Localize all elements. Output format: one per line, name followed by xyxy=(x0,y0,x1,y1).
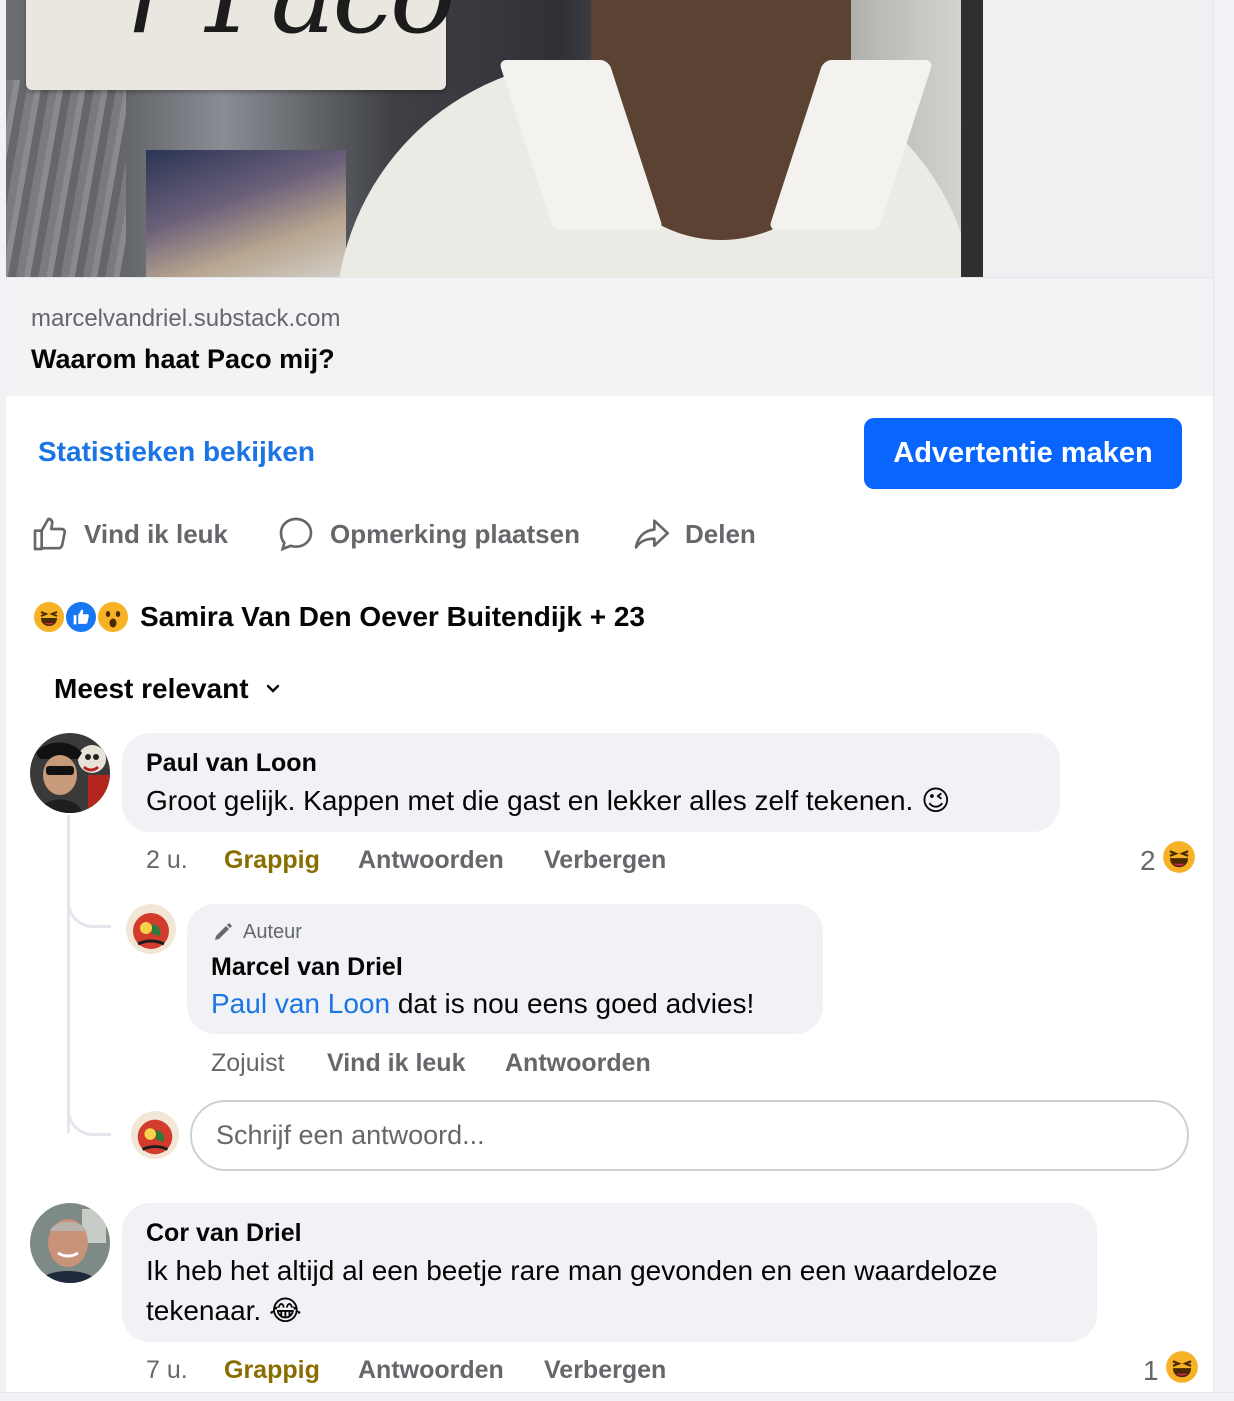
comment-reaction-count[interactable]: 1 xyxy=(1143,1350,1199,1391)
photo-wall xyxy=(983,0,1213,277)
comment-bubble: Paul van Loon Groot gelijk. Kappen met d… xyxy=(122,733,1060,832)
reply-input[interactable]: Schrijf een antwoord... xyxy=(190,1100,1189,1171)
create-ad-button[interactable]: Advertentie maken xyxy=(864,418,1182,489)
comment-label: Opmerking plaatsen xyxy=(330,518,580,549)
thumbs-up-icon xyxy=(33,517,67,551)
haha-reaction-icon xyxy=(1162,840,1196,881)
comment-sort-dropdown[interactable]: Meest relevant xyxy=(54,673,283,705)
comment-author[interactable]: Cor van Driel xyxy=(146,1219,302,1248)
funny-reaction-button[interactable]: Grappig xyxy=(224,1356,320,1385)
mention-link[interactable]: Paul van Loon xyxy=(211,988,390,1019)
comment-button[interactable]: Opmerking plaatsen xyxy=(276,512,580,556)
comment-reaction-count[interactable]: 2 xyxy=(1140,840,1196,881)
post-photo[interactable]: r Paco xyxy=(6,0,1213,277)
comment-text: Ik heb het altijd al een beetje rare man… xyxy=(146,1255,998,1326)
photo-background-poster xyxy=(146,150,346,277)
photo-background-stripes xyxy=(6,80,126,277)
chevron-down-icon xyxy=(266,684,279,693)
share-label: Delen xyxy=(685,518,756,549)
frame-bottom-edge xyxy=(0,1392,1234,1401)
haha-reaction-icon xyxy=(32,600,66,634)
reaction-count-number: 2 xyxy=(1140,844,1156,876)
reactions-summary-text: Samira Van Den Oever Buitendijk + 23 xyxy=(140,601,645,632)
hide-button[interactable]: Verbergen xyxy=(544,846,666,875)
frame-right-edge xyxy=(1213,0,1234,1401)
haha-reaction-icon xyxy=(1165,1350,1199,1391)
reply-input-placeholder: Schrijf een antwoord... xyxy=(216,1120,485,1150)
comment-text: Groot gelijk. Kappen met die gast en lek… xyxy=(146,785,951,816)
author-badge: Auteur xyxy=(211,920,302,944)
reactions-summary[interactable]: Samira Van Den Oever Buitendijk + 23 xyxy=(32,597,645,637)
avatar-marcel-van-driel[interactable] xyxy=(126,904,176,954)
comment-author[interactable]: Paul van Loon xyxy=(146,749,317,778)
photo-frame-edge xyxy=(961,0,983,277)
pencil-icon xyxy=(215,923,232,940)
author-badge-label: Auteur xyxy=(243,920,302,943)
comment-time[interactable]: 2 u. xyxy=(146,846,188,875)
avatar-paul-van-loon[interactable] xyxy=(30,733,110,813)
comment-bubble: Cor van Driel Ik heb het altijd al een b… xyxy=(122,1203,1097,1342)
reply-text-body: dat is nou eens goed advies! xyxy=(390,988,755,1019)
funny-reaction-button[interactable]: Grappig xyxy=(224,846,320,875)
reply-time[interactable]: Zojuist xyxy=(211,1049,285,1078)
reply-thread-connector xyxy=(67,880,111,928)
reply-input-connector xyxy=(67,1088,111,1136)
wow-reaction-icon xyxy=(96,600,130,634)
like-reaction-icon xyxy=(64,600,98,634)
reply-author[interactable]: Marcel van Driel xyxy=(211,953,403,982)
reply-reply-button[interactable]: Antwoorden xyxy=(505,1049,651,1078)
comment-time[interactable]: 7 u. xyxy=(146,1356,188,1385)
comment-sort-label: Meest relevant xyxy=(54,673,249,704)
share-button[interactable]: Delen xyxy=(631,512,756,556)
current-user-avatar xyxy=(131,1111,179,1159)
link-domain: marcelvandriel.substack.com xyxy=(31,305,341,332)
share-arrow-icon xyxy=(634,519,669,549)
like-button[interactable]: Vind ik leuk xyxy=(30,512,228,556)
comment-bubble-icon xyxy=(279,517,313,552)
link-title: Waarom haat Paco mij? xyxy=(31,344,335,374)
avatar-cor-van-driel[interactable] xyxy=(30,1203,110,1283)
reply-text: Paul van Loon dat is nou eens goed advie… xyxy=(211,984,754,1024)
photo-sign-handwriting: r Paco xyxy=(126,0,456,58)
reply-like-button[interactable]: Vind ik leuk xyxy=(327,1049,465,1078)
reply-button[interactable]: Antwoorden xyxy=(358,1356,504,1385)
view-statistics-link[interactable]: Statistieken bekijken xyxy=(38,436,315,468)
like-label: Vind ik leuk xyxy=(84,518,229,549)
reaction-count-number: 1 xyxy=(1143,1354,1159,1386)
hide-button[interactable]: Verbergen xyxy=(544,1356,666,1385)
reply-thread-line xyxy=(67,815,70,1133)
reply-button[interactable]: Antwoorden xyxy=(358,846,504,875)
link-preview[interactable]: marcelvandriel.substack.com Waarom haat … xyxy=(6,277,1213,396)
